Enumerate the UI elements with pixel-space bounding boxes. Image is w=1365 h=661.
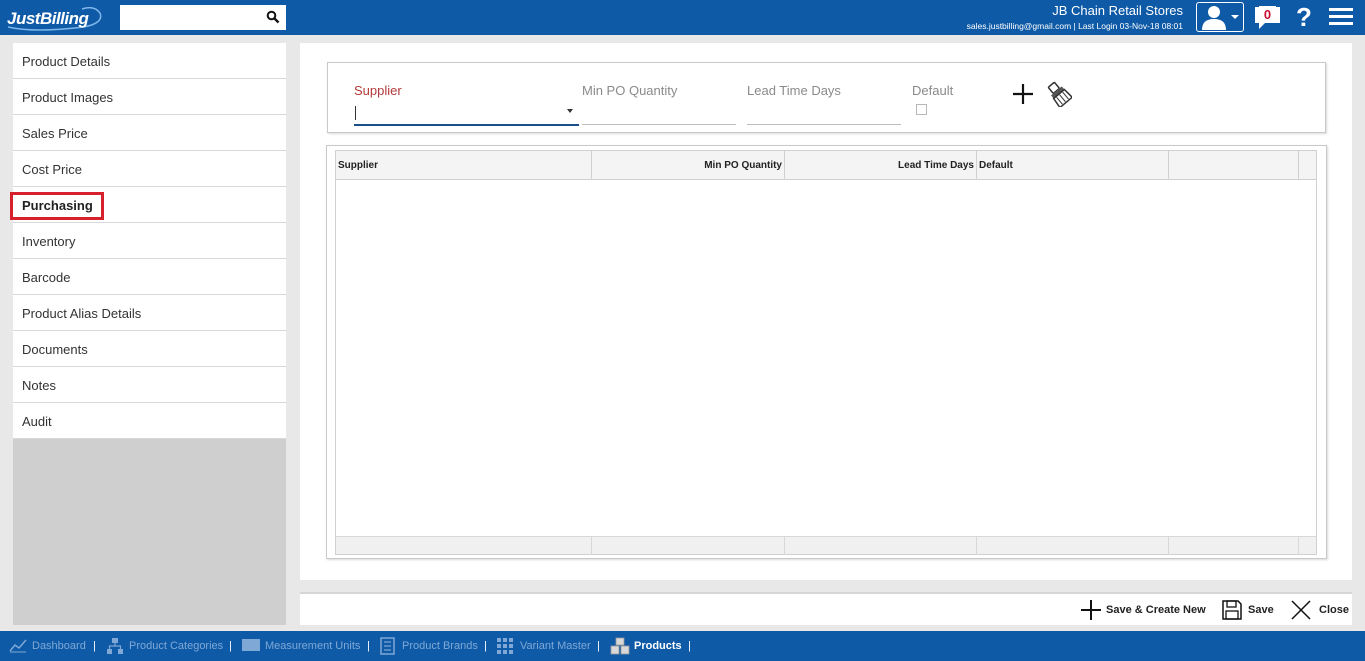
global-search [120,5,286,30]
column-header-actions [1169,151,1299,180]
supplier-select[interactable] [354,101,579,127]
sidebar-item-product-images[interactable]: Product Images [13,79,286,115]
grid-icon [497,638,513,654]
help-icon[interactable]: ? [1294,2,1314,32]
product-sidebar: Product Details Product Images Sales Pri… [10,43,286,625]
top-bar: JustBilling JB Chain Retail Stores sales… [0,0,1365,35]
user-menu-button[interactable] [1196,2,1244,32]
column-header-supplier[interactable]: Supplier [336,151,592,180]
bottom-taskbar: Dashboard | Product Categories | Measure… [0,631,1365,661]
taskbar-item-measurement-units[interactable]: Measurement Units [241,637,363,655]
lead-time-days-label: Lead Time Days [747,83,841,98]
taskbar-separator: | [688,640,691,652]
document-list-icon [380,637,395,655]
taskbar-label: Variant Master [520,640,591,652]
taskbar-separator: | [93,640,96,652]
save-and-create-new-button[interactable]: Save & Create New [1080,598,1206,622]
sidebar-item-sales-price[interactable]: Sales Price [13,115,286,151]
save-button[interactable]: Save [1221,598,1276,622]
notification-count: 0 [1259,6,1276,23]
column-header-default[interactable]: Default [977,151,1169,180]
grid-header: Supplier Min PO Quantity Lead Time Days … [336,151,1316,180]
taskbar-label: Products [634,640,682,652]
clear-brush-icon[interactable] [1046,81,1072,107]
hierarchy-icon [107,638,123,654]
sidebar-item-cost-price[interactable]: Cost Price [13,151,286,187]
sidebar-item-label: Purchasing [22,198,93,213]
action-bar: Save & Create New Save Close [300,592,1352,625]
default-label: Default [912,83,954,98]
purchasing-form: Supplier Min PO Quantity Lead Time Days … [327,62,1326,133]
close-icon [1291,600,1311,620]
taskbar-item-products[interactable]: Products [610,637,685,655]
save-label: Save [1248,604,1274,616]
taskbar-label: Product Categories [129,640,224,652]
sidebar-list: Product Details Product Images Sales Pri… [10,43,286,439]
lead-time-underline [747,124,901,125]
taskbar-item-product-categories[interactable]: Product Categories [106,637,224,655]
taskbar-separator: | [484,640,487,652]
taskbar-separator: | [597,640,600,652]
purchasing-panel: Supplier Min PO Quantity Lead Time Days … [300,43,1352,580]
lead-time-days-input[interactable] [747,101,901,127]
close-button[interactable]: Close [1290,598,1349,622]
company-info: JB Chain Retail Stores sales.justbilling… [967,3,1183,31]
taskbar-label: Dashboard [32,640,86,652]
sidebar-item-purchasing[interactable]: Purchasing [10,187,286,223]
line-chart-icon [9,639,27,653]
grid-body [336,181,1316,537]
notifications-button[interactable]: 0 [1253,5,1283,31]
company-name: JB Chain Retail Stores [1052,3,1183,18]
min-po-underline [582,124,736,125]
boxes-icon [610,637,630,655]
min-po-quantity-input[interactable] [582,101,736,127]
taskbar-item-dashboard[interactable]: Dashboard [9,637,89,655]
dropdown-arrow-icon [567,109,573,113]
taskbar-item-variant-master[interactable]: Variant Master [496,637,592,655]
user-icon [1202,6,1239,30]
supplier-grid: Supplier Min PO Quantity Lead Time Days … [335,150,1317,555]
hamburger-menu-icon[interactable] [1329,8,1353,28]
app-logo[interactable]: JustBilling [4,5,104,31]
logo-text: JustBilling [7,9,89,28]
column-header-min-po-quantity[interactable]: Min PO Quantity [592,151,785,180]
taskbar-separator: | [367,640,370,652]
search-input[interactable] [120,5,260,30]
min-po-quantity-label: Min PO Quantity [582,83,678,98]
add-icon[interactable] [1012,83,1034,105]
supplier-grid-container: Supplier Min PO Quantity Lead Time Days … [326,145,1327,559]
ruler-icon [242,639,260,651]
save-and-create-new-label: Save & Create New [1106,604,1206,616]
taskbar-item-product-brands[interactable]: Product Brands [379,637,479,655]
sidebar-item-product-details[interactable]: Product Details [13,43,286,79]
taskbar-label: Product Brands [402,640,478,652]
default-checkbox[interactable] [916,104,927,115]
column-header-lead-time-days[interactable]: Lead Time Days [785,151,977,180]
supplier-underline [354,124,579,126]
sidebar-item-inventory[interactable]: Inventory [13,223,286,259]
supplier-label: Supplier [354,83,402,98]
floppy-disk-icon [1222,600,1242,620]
search-icon[interactable] [266,10,280,24]
text-caret [355,106,356,120]
sidebar-item-barcode[interactable]: Barcode [13,259,286,295]
login-info: sales.justbilling@gmail.com | Last Login… [966,21,1183,31]
sidebar-item-product-alias-details[interactable]: Product Alias Details [13,295,286,331]
close-label: Close [1319,604,1349,616]
chevron-down-icon [1231,15,1239,19]
plus-icon [1081,600,1101,620]
sidebar-item-notes[interactable]: Notes [13,367,286,403]
taskbar-label: Measurement Units [265,640,361,652]
sidebar-item-documents[interactable]: Documents [13,331,286,367]
taskbar-separator: | [229,640,232,652]
grid-footer [336,536,1316,555]
sidebar-item-audit[interactable]: Audit [13,403,286,439]
